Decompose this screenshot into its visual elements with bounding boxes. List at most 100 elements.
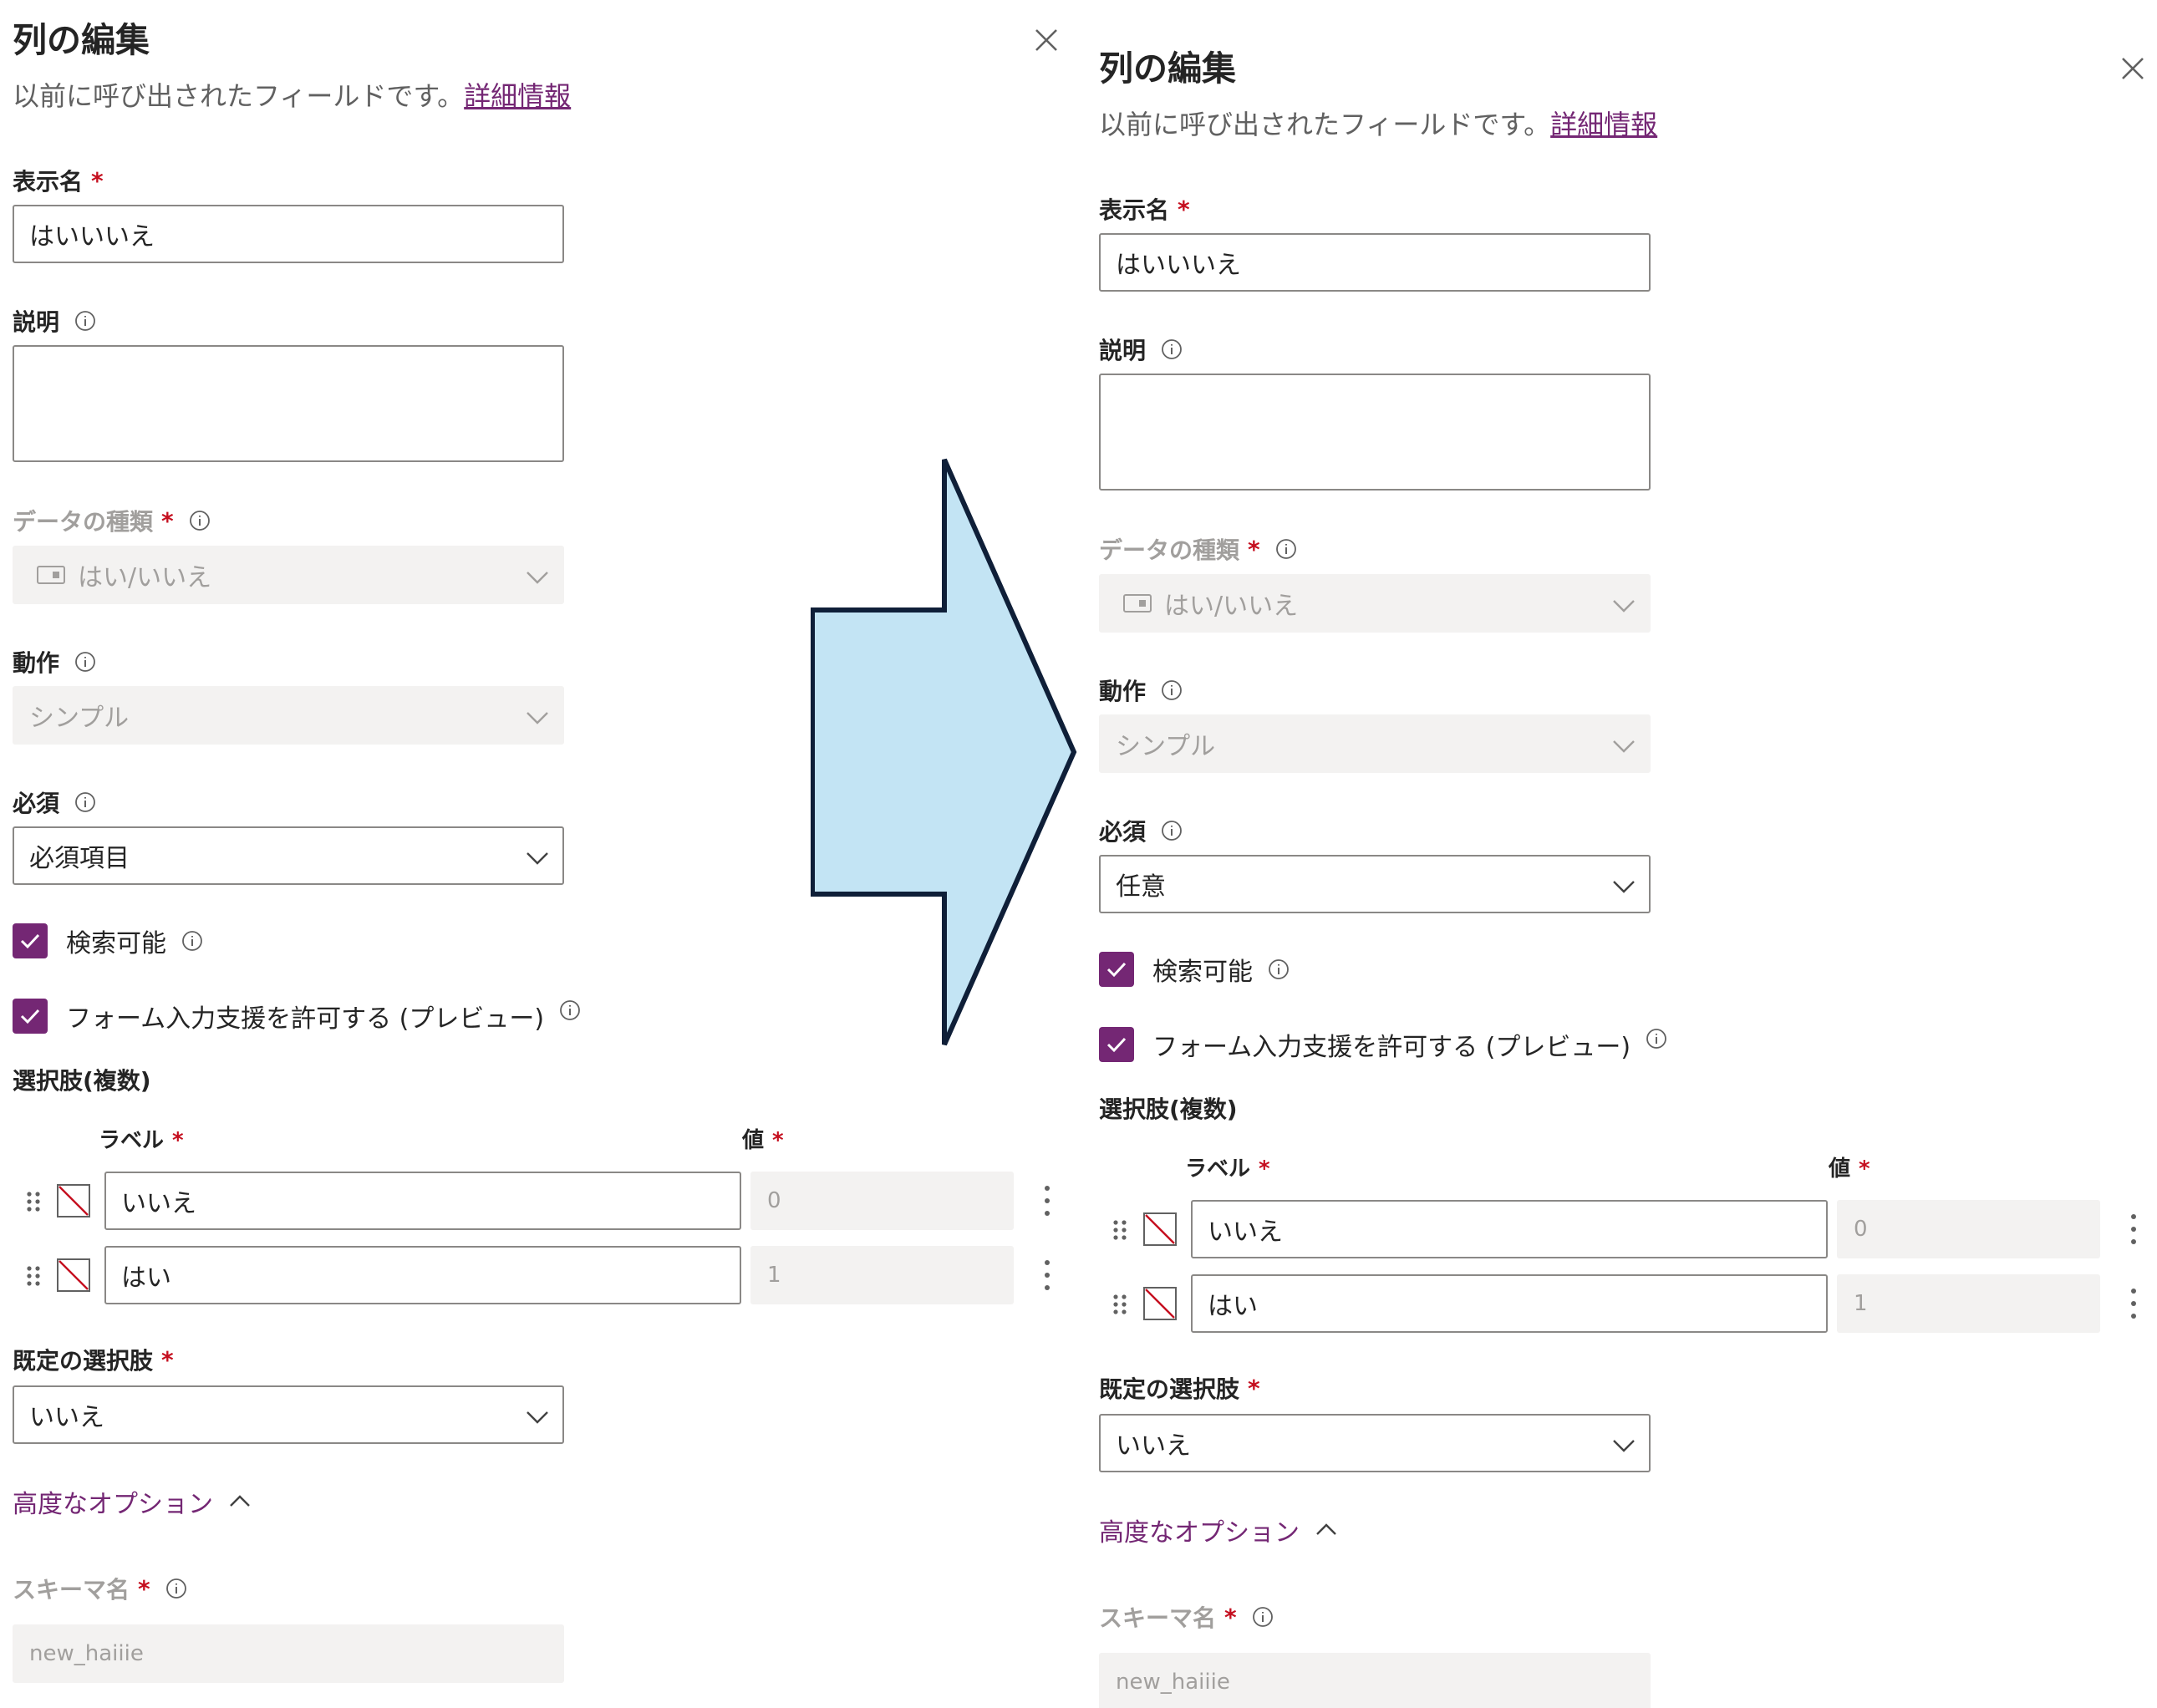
- info-icon[interactable]: [1646, 1028, 1667, 1050]
- advanced-options-toggle[interactable]: 高度なオプション: [1099, 1512, 1338, 1548]
- default-choice-select[interactable]: いいえ: [13, 1385, 564, 1444]
- behavior-select: シンプル: [13, 686, 564, 745]
- schema-name-value: new_haiiie: [1116, 1670, 1230, 1695]
- info-icon[interactable]: [74, 310, 96, 332]
- info-icon[interactable]: [1268, 958, 1290, 980]
- checkmark-icon[interactable]: [1099, 952, 1134, 987]
- checkmark-icon[interactable]: [1099, 1027, 1134, 1062]
- info-icon[interactable]: [1252, 1606, 1274, 1628]
- no-color-icon[interactable]: [56, 1183, 91, 1218]
- form-assist-label: フォーム入力支援を許可する (プレビュー): [1152, 1033, 1631, 1062]
- display-name-value: はいいいえ: [1116, 251, 1241, 280]
- drag-handle-icon[interactable]: [1112, 1293, 1128, 1316]
- info-icon[interactable]: [1161, 820, 1183, 841]
- info-icon[interactable]: [165, 1578, 187, 1599]
- choice-label-input[interactable]: はい: [1191, 1274, 1828, 1333]
- choice-label-header: ラベル *: [99, 1123, 184, 1154]
- subtitle-text: 以前に呼び出されたフィールドです。: [13, 80, 465, 112]
- required-label: 必須: [13, 785, 96, 819]
- choice-row: はい 1: [13, 1246, 1066, 1304]
- more-vertical-icon[interactable]: [1042, 1183, 1052, 1218]
- info-icon[interactable]: [1161, 679, 1183, 701]
- learn-more-link[interactable]: 詳細情報: [1550, 109, 1657, 140]
- choice-row: いいえ 0: [13, 1172, 1066, 1230]
- chevron-down-icon: [1613, 740, 1635, 753]
- searchable-checkbox[interactable]: 検索可能: [13, 923, 203, 959]
- choice-label-header-text: ラベル: [1185, 1156, 1251, 1182]
- chevron-down-icon: [1613, 1440, 1635, 1452]
- required-label-text: 必須: [13, 790, 60, 817]
- form-assist-checkbox[interactable]: フォーム入力支援を許可する (プレビュー): [1099, 1026, 1667, 1063]
- default-choice-select[interactable]: いいえ: [1099, 1414, 1651, 1472]
- info-icon[interactable]: [189, 510, 211, 531]
- default-choice-value: いいえ: [1116, 1431, 1191, 1461]
- required-select[interactable]: 必須項目: [13, 826, 564, 885]
- choice-label-input[interactable]: いいえ: [104, 1172, 741, 1230]
- chevron-down-icon: [527, 712, 548, 724]
- checkmark-icon[interactable]: [13, 999, 48, 1034]
- description-input[interactable]: [13, 345, 564, 462]
- choice-value-header-text: 値: [742, 1128, 765, 1153]
- description-label-text: 説明: [1099, 337, 1147, 364]
- data-type-label-text: データの種類: [13, 508, 154, 536]
- searchable-label: 検索可能: [66, 929, 166, 958]
- subtitle-text: 以前に呼び出されたフィールドです。: [1099, 109, 1551, 140]
- description-input[interactable]: [1099, 374, 1651, 491]
- required-select[interactable]: 任意: [1099, 855, 1651, 913]
- behavior-value: シンプル: [29, 704, 130, 733]
- data-type-select: はい/いいえ: [13, 546, 564, 604]
- info-icon[interactable]: [1161, 338, 1183, 360]
- choice-label-input[interactable]: いいえ: [1191, 1200, 1828, 1258]
- info-icon[interactable]: [1275, 538, 1297, 560]
- info-icon[interactable]: [74, 791, 96, 813]
- no-color-icon[interactable]: [56, 1258, 91, 1293]
- toggle-type-icon: [37, 566, 65, 584]
- no-color-icon[interactable]: [1142, 1212, 1178, 1247]
- default-choice-value: いいえ: [29, 1403, 104, 1432]
- drag-handle-icon[interactable]: [25, 1190, 42, 1213]
- choice-value-input: 1: [750, 1246, 1014, 1304]
- drag-handle-icon[interactable]: [1112, 1218, 1128, 1242]
- data-type-label: データの種類 *: [1099, 532, 1297, 566]
- choice-value-text: 1: [767, 1263, 781, 1288]
- learn-more-link[interactable]: 詳細情報: [464, 80, 571, 112]
- info-icon[interactable]: [559, 999, 581, 1021]
- choice-value-input: 0: [750, 1172, 1014, 1230]
- more-vertical-icon[interactable]: [2129, 1212, 2139, 1247]
- checkmark-icon[interactable]: [13, 923, 48, 958]
- required-marker: *: [138, 1574, 150, 1603]
- choice-label-value: はい: [121, 1263, 171, 1293]
- display-name-input[interactable]: はいいいえ: [13, 205, 564, 263]
- advanced-options-toggle[interactable]: 高度なオプション: [13, 1483, 252, 1520]
- close-icon[interactable]: [2116, 52, 2149, 85]
- no-color-icon[interactable]: [1142, 1286, 1178, 1321]
- chevron-down-icon: [527, 1411, 548, 1424]
- info-icon[interactable]: [74, 651, 96, 673]
- behavior-label: 動作: [1099, 674, 1183, 707]
- choice-label-value: いいえ: [1208, 1217, 1283, 1247]
- close-icon[interactable]: [1030, 23, 1063, 57]
- data-type-value: はい/いいえ: [1164, 592, 1299, 621]
- more-vertical-icon[interactable]: [1042, 1258, 1052, 1293]
- choices-section-label: 選択肢(複数): [1099, 1091, 1238, 1125]
- choice-label-value: いいえ: [121, 1189, 196, 1218]
- data-type-label: データの種類 *: [13, 504, 211, 537]
- drag-handle-icon[interactable]: [25, 1264, 42, 1288]
- description-label: 説明: [1099, 333, 1183, 366]
- form-assist-label: フォーム入力支援を許可する (プレビュー): [66, 1004, 545, 1034]
- display-name-input[interactable]: はいいいえ: [1099, 233, 1651, 292]
- searchable-checkbox[interactable]: 検索可能: [1099, 951, 1290, 988]
- form-assist-checkbox[interactable]: フォーム入力支援を許可する (プレビュー): [13, 998, 581, 1034]
- choice-label-input[interactable]: はい: [104, 1246, 741, 1304]
- info-icon[interactable]: [181, 930, 203, 952]
- required-marker: *: [161, 1345, 174, 1374]
- choice-value-header: 値 *: [742, 1123, 784, 1154]
- panel-subtitle: 以前に呼び出されたフィールドです。詳細情報: [1099, 104, 1657, 142]
- more-vertical-icon[interactable]: [2129, 1286, 2139, 1321]
- required-marker: *: [1248, 535, 1260, 563]
- advanced-options-text: 高度なオプション: [13, 1490, 213, 1519]
- chevron-up-icon: [1316, 1523, 1336, 1535]
- display-name-label: 表示名 *: [13, 164, 104, 197]
- required-marker: *: [172, 1128, 184, 1153]
- choices-label-text: 選択肢(複数): [13, 1067, 151, 1095]
